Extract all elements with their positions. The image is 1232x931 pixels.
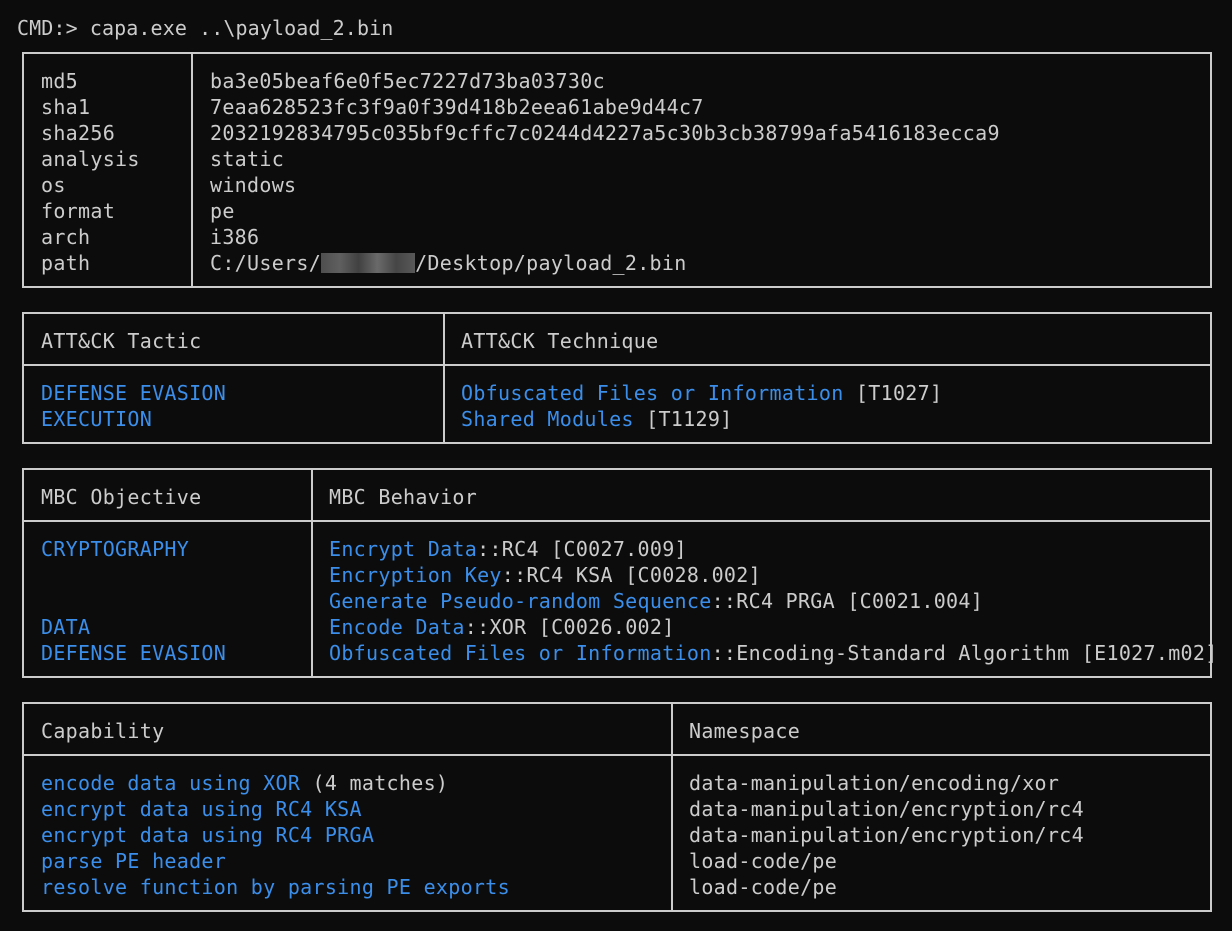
capability-link[interactable]: resolve function by parsing PE exports — [41, 875, 510, 899]
namespace-value: load-code/pe — [689, 875, 838, 899]
meta-values: ba3e05beaf6e0f5ec7227d73ba03730c 7eaa628… — [210, 68, 1000, 276]
capability-header: Capability — [41, 719, 165, 743]
capability-list: encode data using XOR (4 matches) encryp… — [41, 770, 510, 900]
meta-key: sha1 — [41, 95, 91, 119]
behavior-row: Encrypt Data::RC4 [C0027.009] — [329, 536, 1218, 562]
capability-row: encrypt data using RC4 KSA — [41, 796, 510, 822]
meta-value: pe — [210, 199, 235, 223]
meta-key: sha256 — [41, 121, 116, 145]
meta-keys: md5 sha1 sha256 analysis os format arch … — [41, 68, 140, 276]
namespace-value: data-manipulation/encryption/rc4 — [689, 823, 1084, 847]
column-divider — [443, 314, 445, 442]
tactic-link[interactable]: EXECUTION — [41, 406, 226, 432]
meta-value: 7eaa628523fc3f9a0f39d418b2eea61abe9d44c7 — [210, 95, 704, 119]
behavior-detail: ::RC4 PRGA [C0021.004] — [711, 589, 984, 613]
attack-table: ATT&CK Tactic ATT&CK Technique DEFENSE E… — [22, 312, 1212, 444]
column-divider — [311, 470, 313, 676]
objective-link[interactable]: DATA — [41, 614, 226, 640]
namespace-value: load-code/pe — [689, 849, 838, 873]
behavior-link[interactable]: Encryption Key — [329, 563, 502, 587]
technique-row: Obfuscated Files or Information [T1027] — [461, 380, 942, 406]
meta-value: i386 — [210, 225, 260, 249]
capability-row: parse PE header — [41, 848, 510, 874]
mbc-objectives: CRYPTOGRAPHY DATA DEFENSE EVASION — [41, 536, 226, 666]
technique-row: Shared Modules [T1129] — [461, 406, 942, 432]
namespace-value: data-manipulation/encoding/xor — [689, 771, 1060, 795]
objective-link[interactable]: DEFENSE EVASION — [41, 640, 226, 666]
behavior-detail: ::Encoding-Standard Algorithm [E1027.m02… — [711, 641, 1218, 665]
column-divider — [191, 54, 193, 286]
capability-link[interactable]: encrypt data using RC4 KSA — [41, 797, 362, 821]
technique-id: [T1129] — [633, 407, 733, 431]
behavior-link[interactable]: Encode Data — [329, 615, 465, 639]
behavior-link[interactable]: Obfuscated Files or Information — [329, 641, 712, 665]
header-divider — [24, 754, 1210, 756]
meta-key: analysis — [41, 147, 140, 171]
namespace-list: data-manipulation/encoding/xor data-mani… — [689, 770, 1084, 900]
objective-link — [41, 588, 226, 614]
meta-value: static — [210, 147, 285, 171]
behavior-row: Generate Pseudo-random Sequence::RC4 PRG… — [329, 588, 1218, 614]
attack-technique-header: ATT&CK Technique — [461, 329, 659, 353]
behavior-link[interactable]: Generate Pseudo-random Sequence — [329, 589, 712, 613]
attack-tactics: DEFENSE EVASION EXECUTION — [41, 380, 226, 432]
path-suffix: /Desktop/payload_2.bin — [415, 251, 687, 275]
meta-key: os — [41, 173, 66, 197]
meta-value: 2032192834795c035bf9cffc7c0244d4227a5c30… — [210, 121, 1000, 145]
objective-link[interactable]: CRYPTOGRAPHY — [41, 536, 226, 562]
mbc-objective-header: MBC Objective — [41, 485, 202, 509]
meta-key: arch — [41, 225, 91, 249]
technique-link[interactable]: Shared Modules — [461, 407, 634, 431]
behavior-row: Obfuscated Files or Information::Encodin… — [329, 640, 1218, 666]
capability-row: encrypt data using RC4 PRGA — [41, 822, 510, 848]
capability-extra: (4 matches) — [300, 771, 449, 795]
header-divider — [24, 364, 1210, 366]
namespace-value: data-manipulation/encryption/rc4 — [689, 797, 1084, 821]
attack-tactic-header: ATT&CK Tactic — [41, 329, 202, 353]
redacted-username — [321, 253, 416, 273]
technique-id: [T1027] — [843, 381, 943, 405]
header-divider — [24, 520, 1210, 522]
meta-value: windows — [210, 173, 297, 197]
behavior-link[interactable]: Encrypt Data — [329, 537, 477, 561]
behavior-row: Encryption Key::RC4 KSA [C0028.002] — [329, 562, 1218, 588]
column-divider — [671, 704, 673, 910]
command-prompt: CMD:> capa.exe ..\payload_2.bin — [17, 16, 394, 40]
meta-key: md5 — [41, 69, 79, 93]
capability-row: encode data using XOR (4 matches) — [41, 770, 510, 796]
objective-link — [41, 562, 226, 588]
mbc-table: MBC Objective MBC Behavior CRYPTOGRAPHY … — [22, 468, 1217, 678]
meta-key: format — [41, 199, 116, 223]
namespace-header: Namespace — [689, 719, 801, 743]
capability-row: resolve function by parsing PE exports — [41, 874, 510, 900]
tactic-link[interactable]: DEFENSE EVASION — [41, 380, 226, 406]
attack-techniques: Obfuscated Files or Information [T1027] … — [461, 380, 942, 432]
behavior-detail: ::RC4 [C0027.009] — [477, 537, 687, 561]
technique-link[interactable]: Obfuscated Files or Information — [461, 381, 844, 405]
behavior-row: Encode Data::XOR [C0026.002] — [329, 614, 1218, 640]
behavior-detail: ::XOR [C0026.002] — [464, 615, 675, 639]
file-info-table: md5 sha1 sha256 analysis os format arch … — [22, 52, 1212, 288]
capability-link[interactable]: encrypt data using RC4 PRGA — [41, 823, 374, 847]
mbc-behaviors: Encrypt Data::RC4 [C0027.009] Encryption… — [329, 536, 1218, 666]
capability-table: Capability Namespace encode data using X… — [22, 702, 1212, 912]
path-prefix: C:/Users/ — [210, 251, 322, 275]
mbc-behavior-header: MBC Behavior — [329, 485, 478, 509]
meta-value: ba3e05beaf6e0f5ec7227d73ba03730c — [210, 69, 605, 93]
path-value: C:/Users/ /Desktop/payload_2.bin — [210, 250, 1000, 276]
meta-key: path — [41, 251, 91, 275]
capability-link[interactable]: encode data using XOR — [41, 771, 300, 795]
capability-link[interactable]: parse PE header — [41, 849, 226, 873]
behavior-detail: ::RC4 KSA [C0028.002] — [501, 563, 761, 587]
